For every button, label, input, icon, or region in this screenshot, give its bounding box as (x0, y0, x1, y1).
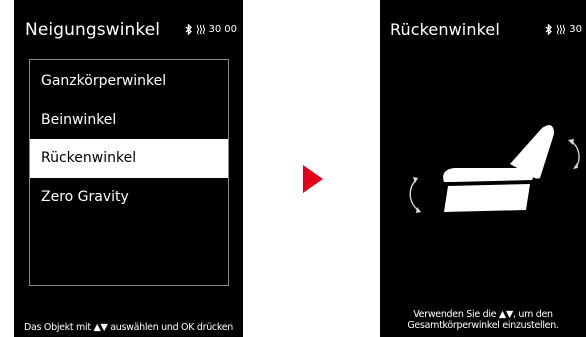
rotate-arrow-icon (409, 177, 421, 213)
signal-value: 30 (569, 24, 582, 35)
menu-item-beinwinkel[interactable]: Beinwinkel (30, 101, 228, 140)
signal-value: 30 (208, 24, 222, 35)
device-screen-detail: Rückenwinkel 30 Verwenden Sie die ▲▼, um… (380, 0, 586, 337)
menu-item-rueckenwinkel[interactable]: Rückenwinkel (30, 139, 228, 178)
chair-recline-illustration (404, 120, 584, 234)
menu-item-zero-gravity[interactable]: Zero Gravity (30, 178, 228, 217)
status-bar: 30 00 (185, 24, 237, 35)
footer-hint: Verwenden Sie die ▲▼, um den Gesamtkörpe… (380, 309, 586, 331)
signal-waves-icon (196, 24, 206, 35)
page-title: Rückenwinkel (390, 20, 500, 39)
device-screen-menu: Neigungswinkel 30 00 Ganzkörperwinkel Be… (14, 0, 243, 337)
menu-list: Ganzkörperwinkel Beinwinkel Rückenwinkel… (29, 59, 229, 286)
chair-recline-icon (443, 125, 554, 212)
arrow-right-icon (303, 165, 323, 193)
timer-value: 00 (224, 24, 237, 35)
footer-hint: Das Objekt mit ▲▼ auswählen und OK drück… (24, 322, 233, 333)
bluetooth-icon (185, 24, 193, 35)
signal-waves-icon (556, 24, 566, 35)
rotate-arrow-icon (568, 139, 580, 169)
footer-line-2: Gesamtkörperwinkel einzustellen. (407, 320, 559, 331)
footer-line-1: Verwenden Sie die ▲▼, um den (413, 309, 553, 320)
page-title: Neigungswinkel (25, 20, 161, 40)
bluetooth-icon (545, 24, 553, 35)
status-bar: 30 (545, 24, 582, 35)
menu-item-ganzkoerperwinkel[interactable]: Ganzkörperwinkel (30, 62, 228, 101)
